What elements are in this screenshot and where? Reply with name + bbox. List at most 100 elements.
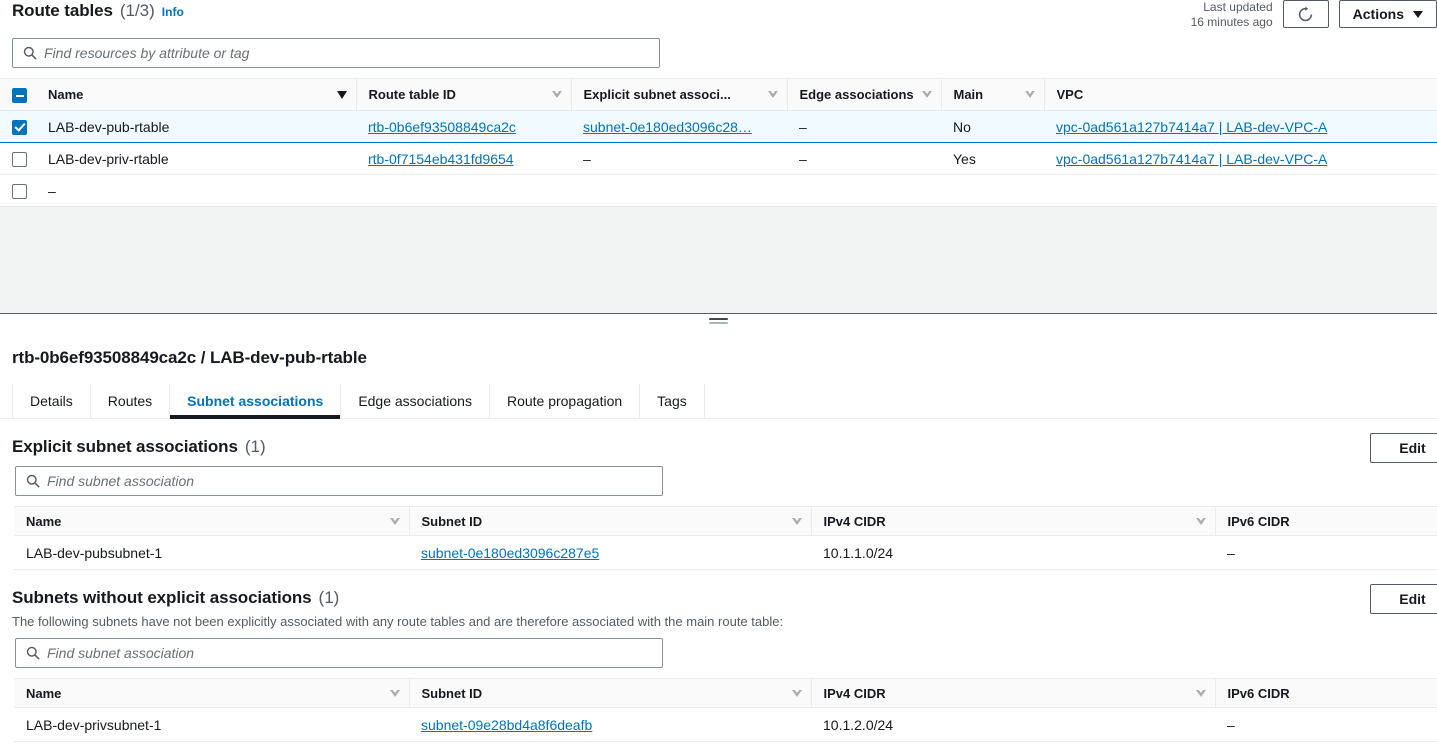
sort-icon — [791, 688, 802, 697]
sort-desc-icon — [336, 90, 347, 99]
column-header-name-label: Name — [26, 513, 62, 529]
tab-tags[interactable]: Tags — [640, 384, 705, 418]
table-row[interactable]: – — [0, 174, 1437, 207]
column-header-explicit-subnet-associations[interactable]: Explicit subnet associ... — [570, 78, 787, 111]
edit-implicit-associations-button[interactable]: Edit — [1370, 584, 1437, 614]
search-box[interactable] — [12, 38, 660, 68]
refresh-button[interactable] — [1282, 0, 1329, 28]
column-header-ipv4-cidr[interactable]: IPv4 CIDR — [810, 678, 1215, 708]
row-checkbox[interactable] — [12, 183, 27, 199]
column-header-ipv4-cidr[interactable]: IPv4 CIDR — [810, 506, 1215, 536]
route-table-id-link[interactable]: rtb-0f7154eb431fd9654 — [368, 151, 514, 167]
cell-edge-associations: – — [787, 110, 941, 143]
implicit-search-box[interactable] — [15, 638, 663, 668]
edit-explicit-associations-button[interactable]: Edit — [1370, 433, 1437, 463]
cell-explicit-subnet-associations — [571, 174, 787, 207]
table-header-row: Name Subnet ID IPv4 CIDR IPv6 CIDR — [14, 678, 1437, 708]
cell-name: – — [36, 174, 356, 207]
cell-main: No — [941, 110, 1044, 143]
page-title-count: (1/3) — [119, 1, 155, 20]
sort-icon — [1195, 516, 1206, 525]
column-header-ipv6-cidr[interactable]: IPv6 CIDR — [1214, 678, 1437, 708]
sort-icon — [921, 90, 932, 98]
table-row[interactable]: LAB-dev-priv-rtable rtb-0f7154eb431fd965… — [0, 142, 1437, 175]
subnets-without-explicit-associations-table: Name Subnet ID IPv4 CIDR IPv6 CIDR LAB-d… — [14, 678, 1437, 742]
column-header-main[interactable]: Main — [940, 78, 1044, 111]
cell-explicit-subnet-associations: subnet-0e180ed3096c28… — [571, 110, 787, 143]
column-header-subnet-id-label: Subnet ID — [421, 513, 483, 529]
row-select-cell — [0, 110, 36, 143]
explicit-section-header: Explicit subnet associations (1) — [12, 419, 1437, 457]
edit-implicit-associations-label: Edit — [1399, 591, 1426, 607]
table-empty-area — [0, 207, 1437, 315]
column-header-edge-associations[interactable]: Edge associations — [786, 78, 941, 111]
last-updated-label: Last updated — [1203, 0, 1273, 14]
column-header-ipv6-cidr-label: IPv6 CIDR — [1227, 513, 1290, 529]
sort-icon — [389, 688, 400, 697]
subnet-id-link[interactable]: subnet-09e28bd4a8f6deafb — [421, 717, 592, 733]
cell-vpc — [1044, 174, 1437, 207]
tab-edge-associations-label: Edge associations — [358, 393, 472, 409]
page-title: Route tables — [12, 1, 113, 20]
chevron-down-icon — [1413, 10, 1423, 18]
row-checkbox[interactable] — [12, 119, 27, 135]
column-header-name[interactable]: Name — [36, 78, 356, 111]
info-link[interactable]: Info — [162, 5, 184, 19]
detail-tabs: Details Routes Subnet associations Edge … — [0, 384, 1437, 419]
last-updated: Last updated 16 minutes ago — [1191, 0, 1273, 30]
search-input[interactable] — [13, 39, 659, 67]
implicit-search-input[interactable] — [16, 639, 662, 667]
route-table-id-link[interactable]: rtb-0b6ef93508849ca2c — [368, 119, 516, 135]
implicit-section-count: (1) — [318, 588, 340, 607]
table-row[interactable]: LAB-dev-pub-rtable rtb-0b6ef93508849ca2c… — [0, 110, 1437, 143]
implicit-search-container — [12, 629, 1437, 678]
sort-icon — [1195, 688, 1206, 697]
sort-icon — [551, 90, 562, 98]
cell-subnet-id: subnet-0e180ed3096c287e5 — [409, 535, 811, 570]
column-header-route-table-id-label: Route table ID — [368, 87, 456, 102]
tab-subnet-associations[interactable]: Subnet associations — [170, 384, 342, 419]
panel-splitter[interactable] — [0, 313, 1437, 328]
sort-icon — [767, 90, 778, 98]
implicit-table-container: Name Subnet ID IPv4 CIDR IPv6 CIDR LAB-d… — [0, 678, 1437, 742]
column-header-vpc[interactable]: VPC — [1043, 78, 1437, 111]
row-checkbox[interactable] — [12, 151, 27, 167]
column-header-explicit-subnet-associations-label: Explicit subnet associ... — [583, 87, 731, 102]
column-header-route-table-id[interactable]: Route table ID — [355, 78, 571, 111]
table-row[interactable]: LAB-dev-pubsubnet-1 subnet-0e180ed3096c2… — [14, 535, 1437, 570]
column-header-subnet-id[interactable]: Subnet ID — [408, 678, 811, 708]
tab-route-propagation[interactable]: Route propagation — [490, 384, 641, 418]
table-row[interactable]: LAB-dev-privsubnet-1 subnet-09e28bd4a8f6… — [14, 707, 1437, 742]
refresh-icon — [1299, 6, 1313, 21]
tab-details[interactable]: Details — [12, 384, 91, 418]
column-header-vpc-label: VPC — [1056, 87, 1084, 102]
cell-ipv6-cidr: – — [1215, 535, 1437, 570]
column-header-ipv6-cidr-label: IPv6 CIDR — [1227, 685, 1290, 701]
explicit-search-input[interactable] — [16, 467, 662, 495]
vpc-link[interactable]: vpc-0ad561a127b7414a7 | LAB-dev-VPC-A — [1056, 119, 1327, 135]
column-header-main-label: Main — [953, 87, 984, 102]
tab-subnet-associations-label: Subnet associations — [187, 393, 324, 409]
subnet-link[interactable]: subnet-0e180ed3096c28… — [583, 119, 752, 135]
column-header-name[interactable]: Name — [14, 678, 409, 708]
route-tables-panel: Route tables (1/3) Info Last updated 16 … — [0, 0, 1437, 315]
cell-ipv6-cidr: – — [1215, 707, 1437, 742]
explicit-search-box[interactable] — [15, 466, 663, 496]
actions-button[interactable]: Actions — [1338, 0, 1437, 28]
route-tables-page: Route tables (1/3) Info Last updated 16 … — [0, 0, 1437, 750]
implicit-section-header: Subnets without explicit associations (1… — [12, 570, 1437, 608]
implicit-section-description: The following subnets have not been expl… — [12, 614, 784, 629]
tab-edge-associations[interactable]: Edge associations — [341, 384, 490, 418]
column-header-name[interactable]: Name — [14, 506, 409, 536]
column-header-ipv6-cidr[interactable]: IPv6 CIDR — [1214, 506, 1437, 536]
last-updated-value: 16 minutes ago — [1190, 15, 1273, 29]
explicit-section-title: Explicit subnet associations — [12, 437, 238, 456]
column-header-subnet-id[interactable]: Subnet ID — [408, 506, 811, 536]
explicit-table-container: Name Subnet ID IPv4 CIDR IPv6 CIDR LAB-d… — [0, 506, 1437, 570]
tab-routes[interactable]: Routes — [91, 384, 171, 418]
subnet-id-link[interactable]: subnet-0e180ed3096c287e5 — [421, 545, 599, 561]
vpc-link[interactable]: vpc-0ad561a127b7414a7 | LAB-dev-VPC-A — [1056, 151, 1327, 167]
explicit-subnet-associations-table: Name Subnet ID IPv4 CIDR IPv6 CIDR LAB-d… — [14, 506, 1437, 570]
detail-title: rtb-0b6ef93508849ca2c / LAB-dev-pub-rtab… — [12, 348, 367, 367]
select-all-checkbox[interactable] — [12, 87, 27, 103]
